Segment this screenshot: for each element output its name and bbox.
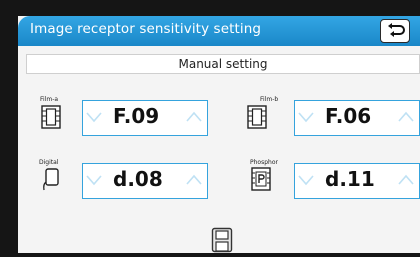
receptor-label: Digital [39, 159, 59, 166]
back-button[interactable] [380, 19, 410, 43]
chevron-down-icon [298, 112, 314, 123]
increase-button[interactable] [395, 164, 417, 198]
receptor-label: Phosphor [250, 159, 278, 166]
return-arrow-icon [388, 23, 405, 37]
digital-sensor-icon [43, 168, 59, 191]
sensitivity-spinner-digital: d.08 [82, 163, 208, 199]
decrease-button[interactable] [295, 101, 317, 135]
sensitivity-spinner-phosphor: d.11 [294, 163, 420, 199]
sensitivity-spinner-film-a: F.09 [82, 100, 208, 136]
title-bar: Image receptor sensitivity setting [18, 16, 420, 46]
sensitivity-spinner-film-b: F.06 [294, 100, 420, 136]
save-button[interactable] [211, 227, 233, 253]
film-icon [41, 105, 61, 129]
sensitivity-value: d.11 [325, 167, 375, 191]
mode-bar[interactable]: Manual setting [26, 54, 420, 74]
page-title: Image receptor sensitivity setting [30, 21, 262, 37]
receptor-label: Film-b [260, 96, 279, 103]
decrease-button[interactable] [83, 101, 105, 135]
sensitivity-value: F.09 [113, 104, 160, 128]
chevron-up-icon [398, 111, 414, 122]
sensitivity-value: F.06 [325, 104, 372, 128]
increase-button[interactable] [183, 164, 205, 198]
increase-button[interactable] [183, 101, 205, 135]
chevron-up-icon [398, 174, 414, 185]
film-icon [247, 105, 267, 129]
receptor-label: Film-a [40, 96, 59, 103]
decrease-button[interactable] [295, 164, 317, 198]
increase-button[interactable] [395, 101, 417, 135]
chevron-up-icon [186, 174, 202, 185]
decrease-button[interactable] [83, 164, 105, 198]
settings-panel: Image receptor sensitivity setting Manua… [18, 16, 420, 253]
chevron-down-icon [86, 175, 102, 186]
save-icon [211, 227, 233, 253]
phosphor-plate-icon [251, 167, 271, 191]
sensitivity-value: d.08 [113, 167, 163, 191]
chevron-down-icon [86, 112, 102, 123]
chevron-up-icon [186, 111, 202, 122]
chevron-down-icon [298, 175, 314, 186]
